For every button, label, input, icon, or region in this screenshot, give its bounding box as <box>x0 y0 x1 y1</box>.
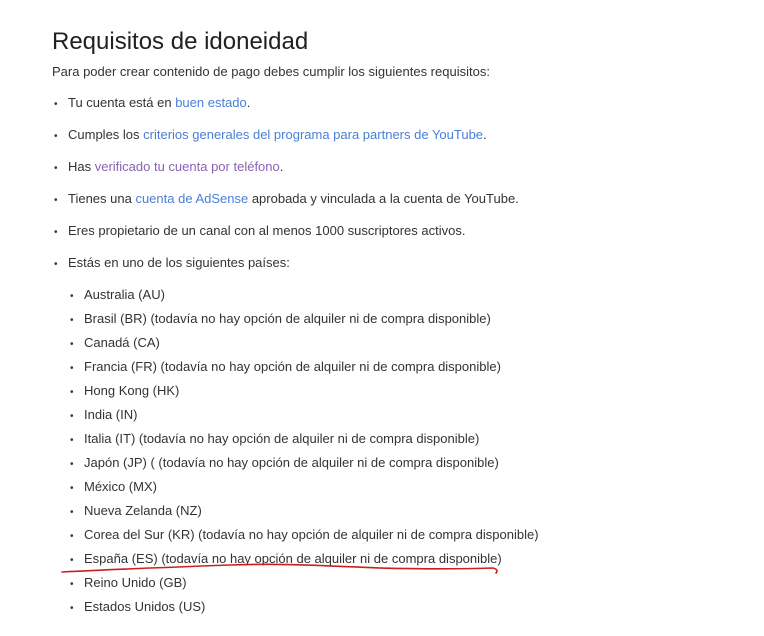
country-item: • Estados Unidos (US) <box>70 598 205 618</box>
bullet: • <box>70 603 74 614</box>
country-item-highlighted: • España (ES) (todavía no hay opción de a… <box>70 550 502 570</box>
link-buen-estado[interactable]: buen estado <box>175 95 247 110</box>
bullet: • <box>70 363 74 374</box>
country-text: India (IN) <box>84 407 138 422</box>
bullet: • <box>54 131 58 142</box>
intro-text: Para poder crear contenido de pago debes… <box>52 64 490 79</box>
bullet: • <box>70 291 74 302</box>
bullet: • <box>70 411 74 422</box>
requirement-text: . <box>483 127 487 142</box>
country-item: • Corea del Sur (KR) (todavía no hay opci… <box>70 526 539 546</box>
requirement-item-4: • Tienes una cuenta de AdSense aprobada y… <box>54 190 519 210</box>
requirement-text: aprobada y vinculada a la cuenta de YouT… <box>248 191 519 206</box>
bullet: • <box>70 435 74 446</box>
bullet: • <box>70 579 74 590</box>
requirement-text: Eres propietario de un canal con al meno… <box>68 223 466 238</box>
country-item: • Brasil (BR) (todavía no hay opción de a… <box>70 310 491 330</box>
country-text: Italia (IT) (todavía no hay opción de al… <box>84 431 480 446</box>
country-item: • Italia (IT) (todavía no hay opción de a… <box>70 430 479 450</box>
country-item: • Reino Unido (GB) <box>70 574 187 594</box>
country-item: • Hong Kong (HK) <box>70 382 179 402</box>
bullet: • <box>70 507 74 518</box>
bullet: • <box>70 339 74 350</box>
country-item: • México (MX) <box>70 478 157 498</box>
country-item: • Japón (JP) ( (todavía no hay opción de … <box>70 454 499 474</box>
country-item: • Canadá (CA) <box>70 334 160 354</box>
page-title: Requisitos de idoneidad <box>52 28 309 55</box>
bullet: • <box>70 387 74 398</box>
bullet: • <box>54 163 58 174</box>
country-text: Estados Unidos (US) <box>84 599 206 614</box>
requirement-text: . <box>279 159 284 174</box>
requirement-text: Estás en uno de los siguientes países: <box>68 255 290 270</box>
country-text: Francia (FR) (todavía no hay opción de a… <box>84 359 501 374</box>
bullet: • <box>54 99 58 110</box>
requirement-text: Tu cuenta está en <box>68 95 176 110</box>
bullet: • <box>70 555 74 566</box>
bullet: • <box>70 459 74 470</box>
country-item: • Australia (AU) <box>70 286 165 306</box>
requirement-item-1: • Tu cuenta está en buen estado. <box>54 94 250 114</box>
requirement-text: Has <box>68 159 95 174</box>
bullet: • <box>54 259 58 270</box>
requirement-text: Tienes una <box>68 191 136 206</box>
country-text: Nueva Zelanda (NZ) <box>84 503 202 518</box>
country-text: Hong Kong (HK) <box>84 383 180 398</box>
country-text: Brasil (BR) (todavía no hay opción de al… <box>84 311 491 326</box>
country-item: • India (IN) <box>70 406 137 426</box>
country-text: España (ES) (todavía no hay opción de al… <box>84 551 502 566</box>
country-item: • Francia (FR) (todavía no hay opción de … <box>70 358 501 378</box>
requirement-item-6: • Estás en uno de los siguientes países: <box>54 254 290 274</box>
bullet: • <box>54 195 58 206</box>
country-text: Reino Unido (GB) <box>84 575 187 590</box>
requirement-text: Cumples los <box>68 127 144 142</box>
bullet: • <box>70 483 74 494</box>
country-item: • Nueva Zelanda (NZ) <box>70 502 202 522</box>
link-cuenta-adsense[interactable]: cuenta de AdSense <box>135 191 248 206</box>
country-text: Japón (JP) ( (todavía no hay opción de a… <box>84 455 499 470</box>
country-text: Canadá (CA) <box>84 335 160 350</box>
requirement-item-2: • Cumples los criterios generales del pro… <box>54 126 487 146</box>
requirement-item-3: • Has verificado tu cuenta por teléfono. <box>54 158 283 178</box>
link-verificado-telefono[interactable]: verificado tu cuenta por teléfono <box>95 159 280 174</box>
bullet: • <box>54 227 58 238</box>
requirement-item-5: • Eres propietario de un canal con al men… <box>54 222 465 242</box>
bullet: • <box>70 531 74 542</box>
country-text: México (MX) <box>84 479 157 494</box>
link-criterios-partners[interactable]: criterios generales del programa para pa… <box>143 127 483 142</box>
bullet: • <box>70 315 74 326</box>
requirement-text: . <box>246 95 251 110</box>
country-text: Corea del Sur (KR) (todavía no hay opció… <box>84 527 539 542</box>
country-text: Australia (AU) <box>84 287 165 302</box>
